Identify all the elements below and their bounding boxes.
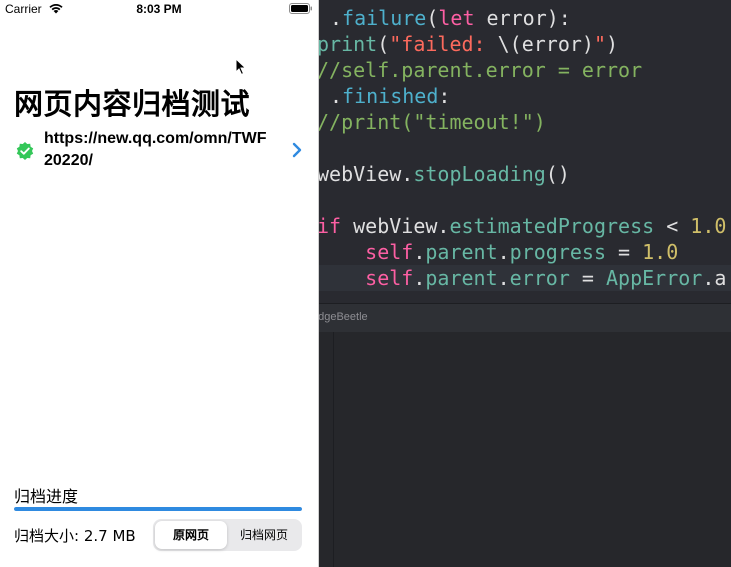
- battery-icon: [289, 3, 312, 14]
- code-token: parent: [425, 240, 498, 264]
- code-token: error: [509, 266, 570, 290]
- debug-bar-label: edgeBeetle: [312, 311, 368, 323]
- code-token: webView.: [317, 162, 414, 186]
- code-token: estimatedProgress: [449, 214, 655, 238]
- code-token: webView.: [341, 214, 450, 238]
- code-token: =: [606, 240, 643, 264]
- code-token: .: [413, 266, 426, 290]
- code-token: 1.0: [642, 240, 679, 264]
- code-token: <: [654, 214, 691, 238]
- code-token: failure: [342, 6, 427, 30]
- code-token: "failed:: [389, 32, 498, 56]
- verified-badge-icon: [16, 142, 34, 160]
- code-token: \(error): [497, 32, 594, 56]
- code-token: 1.0: [690, 214, 727, 238]
- code-line: self.parent.progress = 1.0: [317, 239, 678, 265]
- code-line: print("failed: \(error)"): [317, 31, 618, 57]
- mouse-cursor-icon: [235, 58, 247, 76]
- code-token: ): [606, 32, 619, 56]
- code-line: .failure(let error):: [330, 5, 571, 31]
- code-token: (: [377, 32, 390, 56]
- code-token: (): [545, 162, 570, 186]
- archive-url: https://new.qq.com/omn/TWF20220/: [44, 130, 267, 169]
- code-line: //self.parent.error = error: [317, 57, 642, 83]
- progress-label: 归档进度: [14, 487, 79, 506]
- code-line: if webView.estimatedProgress < 1.0: [317, 213, 726, 239]
- code-token: //print("timeout!"): [317, 110, 546, 134]
- code-token: AppError: [606, 266, 703, 290]
- code-line: .finished:: [330, 83, 450, 109]
- code-token: ": [593, 32, 607, 56]
- code-token: :: [438, 84, 451, 108]
- code-token: .: [497, 240, 510, 264]
- code-token: self: [317, 240, 414, 264]
- code-line: webView.stopLoading(): [317, 161, 570, 187]
- status-time: 8:03 PM: [136, 2, 182, 16]
- code-token: if: [317, 214, 342, 238]
- code-token: //self.parent.error = error: [317, 58, 643, 82]
- view-mode-segmented-control[interactable]: 原网页 归档网页: [153, 519, 302, 551]
- code-token: self: [317, 266, 414, 290]
- code-token: let: [438, 6, 475, 30]
- chevron-right-icon: [292, 142, 302, 158]
- page-title: 网页内容归档测试: [14, 87, 251, 122]
- code-token: .: [330, 6, 343, 30]
- code-token: =: [569, 266, 607, 290]
- archive-progress-fill: [14, 507, 302, 511]
- code-token: stopLoading: [413, 162, 546, 186]
- code-token: .: [413, 240, 426, 264]
- segment-archived-page[interactable]: 归档网页: [228, 521, 300, 549]
- code-token: parent: [425, 266, 498, 290]
- segment-original-page[interactable]: 原网页: [155, 521, 227, 549]
- code-token: progress: [509, 240, 606, 264]
- console-divider: [333, 332, 334, 567]
- code-token: .: [330, 84, 343, 108]
- code-line: //print("timeout!"): [317, 109, 546, 135]
- archive-size-label: 归档大小: 2.7 MB: [14, 527, 136, 545]
- code-token: .a: [702, 266, 727, 290]
- archive-progress-bar: [14, 507, 302, 511]
- code-token: finished: [342, 84, 439, 108]
- code-token: print: [317, 32, 378, 56]
- code-token: error):: [474, 6, 571, 30]
- code-line: self.parent.error = AppError.a: [317, 265, 726, 291]
- code-token: (: [426, 6, 439, 30]
- code-token: .: [497, 266, 510, 290]
- archive-url-row[interactable]: https://new.qq.com/omn/TWF20220/: [0, 124, 318, 178]
- status-bar: Carrier 8:03 PM: [0, 0, 318, 18]
- ios-simulator-screen: Carrier 8:03 PM 网页内容归档测试 https://new.qq.…: [0, 0, 319, 567]
